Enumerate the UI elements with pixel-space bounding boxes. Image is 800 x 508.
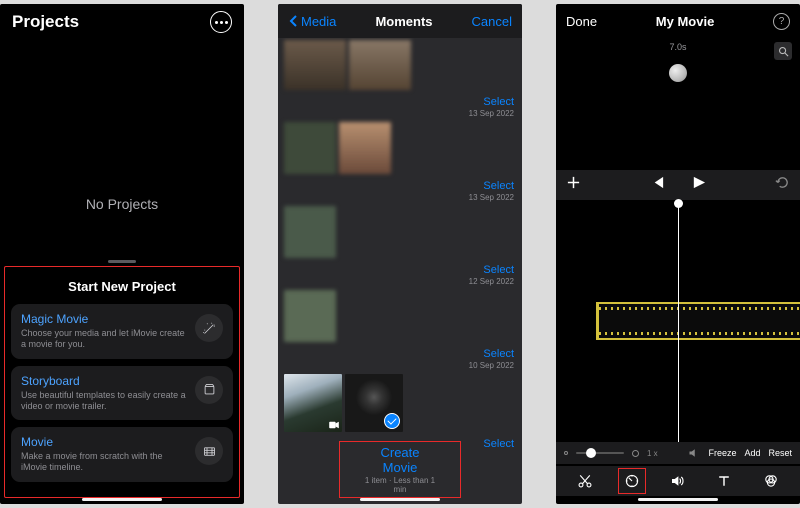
magic-wand-icon: [195, 314, 223, 342]
media-scroll[interactable]: Select13 Sep 2022 Select13 Sep 2022 Sele…: [278, 38, 522, 464]
back-button[interactable]: Media: [288, 14, 336, 29]
preview-frame: [669, 64, 687, 82]
zoom-preview-button[interactable]: [774, 42, 792, 60]
sheet-title: Start New Project: [11, 273, 233, 304]
moment-header[interactable]: Select12 Sep 2022: [469, 264, 514, 286]
header: Media Moments Cancel: [278, 4, 522, 38]
clip[interactable]: [596, 302, 800, 340]
screen-media-picker: Media Moments Cancel Select13 Sep 2022 S…: [278, 4, 522, 504]
option-title: Magic Movie: [21, 312, 187, 326]
header: Done My Movie ?: [556, 4, 800, 38]
screen-editor: Done My Movie ? 7.0s 1 x Freeze Add Rese…: [556, 4, 800, 504]
filters-tool[interactable]: [757, 468, 785, 494]
create-movie-button[interactable]: Create Movie 1 item · Less than 1 min: [339, 441, 461, 498]
option-magic-movie[interactable]: Magic Movie Choose your media and let iM…: [11, 304, 233, 359]
screen-projects: Projects No Projects Start New Project M…: [0, 4, 244, 504]
moment-header[interactable]: Select13 Sep 2022: [469, 96, 514, 118]
home-indicator[interactable]: [82, 498, 162, 501]
more-button[interactable]: [210, 11, 232, 33]
timeline[interactable]: [556, 200, 800, 464]
option-subtitle: Make a movie from scratch with the iMovi…: [21, 451, 187, 474]
option-movie[interactable]: Movie Make a movie from scratch with the…: [11, 427, 233, 482]
transport-controls: [556, 170, 800, 200]
done-button[interactable]: Done: [566, 14, 597, 29]
reset-button[interactable]: Reset: [768, 448, 792, 458]
header: Projects: [0, 4, 244, 40]
speed-tool[interactable]: [618, 468, 646, 494]
volume-icon: [688, 447, 700, 459]
option-storyboard[interactable]: Storyboard Use beautiful templates to ea…: [11, 366, 233, 421]
project-title: My Movie: [656, 14, 715, 29]
add-button[interactable]: Add: [744, 448, 760, 458]
undo-button[interactable]: [775, 175, 790, 195]
moment-header[interactable]: Select10 Sep 2022: [469, 348, 514, 370]
movie-icon: [195, 437, 223, 465]
page-title: Moments: [375, 14, 432, 29]
home-indicator[interactable]: [638, 498, 718, 501]
option-subtitle: Choose your media and let iMovie create …: [21, 328, 187, 351]
page-title: Projects: [12, 12, 79, 32]
option-subtitle: Use beautiful templates to easily create…: [21, 390, 187, 413]
storyboard-icon: [195, 376, 223, 404]
selected-check-icon: [384, 413, 400, 429]
moment-header[interactable]: Select13 Sep 2022: [469, 180, 514, 202]
titles-tool[interactable]: [710, 468, 738, 494]
audio-tool[interactable]: [664, 468, 692, 494]
speed-row: 1 x Freeze Add Reset: [556, 442, 800, 464]
option-title: Storyboard: [21, 374, 187, 388]
video-preview[interactable]: 7.0s: [556, 38, 800, 170]
tick-icon: [564, 451, 568, 455]
empty-state-label: No Projects: [0, 196, 244, 212]
sheet-grabber[interactable]: [108, 260, 136, 263]
cancel-button[interactable]: Cancel: [472, 14, 512, 29]
help-button[interactable]: ?: [773, 13, 790, 30]
media-thumb[interactable]: [284, 374, 342, 432]
option-title: Movie: [21, 435, 187, 449]
add-media-button[interactable]: [566, 175, 581, 195]
moment-header[interactable]: Select: [483, 438, 514, 450]
cut-tool[interactable]: [571, 468, 599, 494]
speed-label: 1 x: [647, 449, 658, 458]
speed-slider[interactable]: [576, 452, 624, 454]
freeze-button[interactable]: Freeze: [708, 448, 736, 458]
timestamp-label: 7.0s: [669, 42, 686, 52]
edit-toolbar: [556, 466, 800, 496]
home-indicator[interactable]: [360, 498, 440, 501]
media-thumb-selected[interactable]: [345, 374, 403, 432]
play-button[interactable]: [691, 175, 706, 195]
back-label: Media: [301, 14, 336, 29]
skip-back-button[interactable]: [650, 175, 665, 195]
new-project-sheet: Start New Project Magic Movie Choose you…: [4, 266, 240, 498]
playhead[interactable]: [678, 200, 679, 464]
tick-icon: [632, 450, 639, 457]
